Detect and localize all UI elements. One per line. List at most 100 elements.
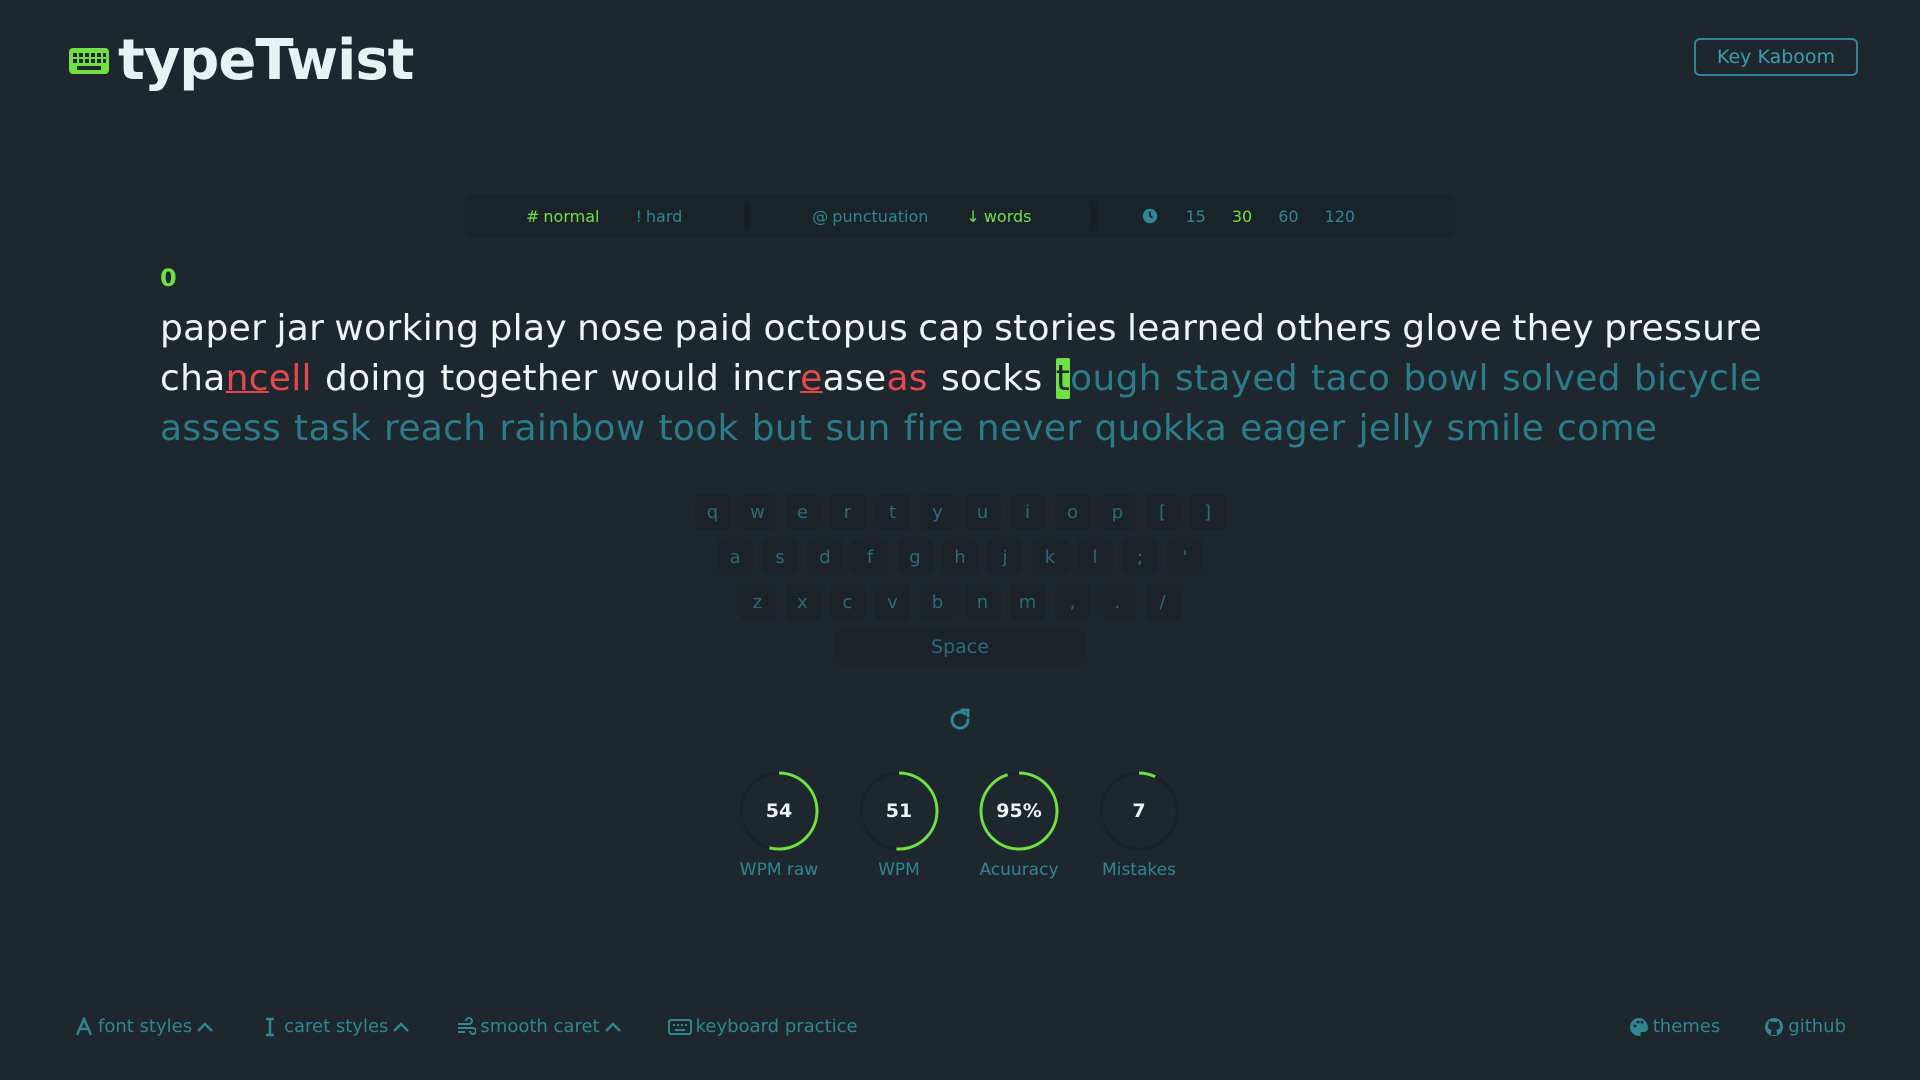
word-typed: they (1512, 308, 1594, 349)
caret-styles-button[interactable]: caret styles (260, 1016, 410, 1037)
wpm-raw-value: 54 (765, 800, 793, 822)
word-typed: would (611, 354, 720, 404)
mistakes-label: Mistakes (1102, 860, 1176, 880)
caret-styles-label: caret styles (284, 1016, 389, 1037)
key-e[interactable]: e (784, 494, 821, 530)
smooth-caret-button[interactable]: smooth caret (456, 1016, 621, 1037)
key-kaboom-button[interactable]: Key Kaboom (1694, 38, 1858, 76)
word-segment: ough (1070, 358, 1162, 399)
key-v[interactable]: v (874, 584, 911, 620)
word-typed: cap (918, 308, 984, 349)
word-segment: as (886, 358, 928, 399)
word-upcoming: never (976, 408, 1082, 449)
word-typed: increaseas (732, 354, 928, 404)
key-y[interactable]: y (919, 494, 956, 530)
word-typed: doing (325, 354, 427, 404)
key-space[interactable]: Space (835, 629, 1085, 665)
key-o[interactable]: o (1054, 494, 1091, 530)
key-r[interactable]: r (829, 494, 866, 530)
text-line-3: assess task reach rainbow took but sun fire neve… (160, 404, 1762, 454)
stat-accuracy: 95% Acuuracy (978, 770, 1060, 880)
chevron-up-icon (197, 1021, 213, 1032)
mode-normal[interactable]: # normal (526, 207, 599, 226)
key-k[interactable]: k (1032, 539, 1068, 575)
key-'[interactable]: ' (1167, 539, 1203, 575)
stat-mistakes: 7 Mistakes (1098, 770, 1180, 880)
virtual-keyboard: q w e r t y u i o p[] a s d f g h j k l; ' z x c v b n m,. / Spac… (0, 494, 1920, 674)
key-x[interactable]: x (784, 584, 821, 620)
key-b[interactable]: b (919, 584, 956, 620)
restart-icon[interactable] (946, 706, 974, 734)
github-label: github (1788, 1016, 1846, 1037)
key-f[interactable]: f (852, 539, 888, 575)
key-i[interactable]: i (1009, 494, 1046, 530)
wind-icon (458, 1016, 477, 1035)
word-typed: pressure (1604, 308, 1762, 349)
key-q[interactable]: q (694, 494, 731, 530)
word-typed: others (1275, 308, 1392, 349)
mode-hard[interactable]: ! hard (635, 207, 682, 226)
themes-button[interactable]: themes (1629, 1016, 1720, 1037)
logo[interactable]: typeTwist (68, 28, 414, 93)
word-upcoming: task (294, 408, 372, 449)
word-counter: 0 (160, 264, 177, 292)
word-upcoming: but (751, 408, 813, 449)
word-typed: socks (941, 354, 1043, 404)
font-icon (75, 1016, 93, 1036)
key-[[interactable]: [ (1144, 494, 1181, 530)
word-upcoming: quokka (1094, 408, 1228, 449)
keyboard-icon (667, 1018, 692, 1035)
key-a[interactable]: a (717, 539, 753, 575)
keyboard-practice-button[interactable]: keyboard practice (667, 1016, 858, 1037)
word-upcoming: eager (1240, 408, 1346, 449)
key-j[interactable]: j (987, 539, 1023, 575)
key-.[interactable]: . (1099, 584, 1136, 620)
option-punctuation[interactable]: @ punctuation (812, 207, 928, 226)
word-upcoming: stayed (1174, 358, 1298, 399)
option-words[interactable]: ↓ words (966, 207, 1031, 226)
stat-wpm: 51 WPM (858, 770, 940, 880)
word-upcoming: sun (825, 408, 891, 449)
key-p[interactable]: p (1099, 494, 1136, 530)
key-,[interactable]: , (1054, 584, 1091, 620)
keyboard-row: a s d f g h j k l; ' (0, 539, 1920, 575)
key-][interactable]: ] (1189, 494, 1226, 530)
key-n[interactable]: n (964, 584, 1001, 620)
time-60[interactable]: 60 (1278, 207, 1298, 226)
key-t[interactable]: t (874, 494, 911, 530)
accuracy-label: Acuuracy (979, 860, 1059, 880)
key-d[interactable]: d (807, 539, 843, 575)
word-typed: play (489, 308, 567, 349)
time-30[interactable]: 30 (1232, 207, 1252, 226)
word-segment: cha (160, 358, 226, 399)
wpm-label: WPM (878, 860, 920, 880)
typing-text[interactable]: paper jar working play nose paid octopus cap sto… (160, 304, 1762, 454)
time-15[interactable]: 15 (1185, 207, 1205, 226)
key-l[interactable]: l (1077, 539, 1113, 575)
key-g[interactable]: g (897, 539, 933, 575)
word-segment: socks (940, 358, 1043, 399)
key-;[interactable]: ; (1122, 539, 1158, 575)
word-upcoming: bicycle (1633, 358, 1762, 399)
word-upcoming: took (658, 408, 739, 449)
keyboard-row: q w e r t y u i o p[] (0, 494, 1920, 530)
word-segment: incr (732, 358, 801, 399)
font-styles-label: font styles (98, 1016, 193, 1037)
accuracy-value: 95% (996, 800, 1042, 822)
github-link[interactable]: github (1764, 1016, 1846, 1037)
word-segment: would (610, 358, 720, 399)
key-s[interactable]: s (762, 539, 798, 575)
key-w[interactable]: w (739, 494, 776, 530)
key-z[interactable]: z (739, 584, 776, 620)
key-/[interactable]: / (1144, 584, 1181, 620)
keyboard-logo-icon (69, 47, 109, 74)
key-c[interactable]: c (829, 584, 866, 620)
key-m[interactable]: m (1009, 584, 1046, 620)
key-h[interactable]: h (942, 539, 978, 575)
font-styles-button[interactable]: font styles (74, 1016, 214, 1037)
time-120[interactable]: 120 (1325, 207, 1356, 226)
clock-icon (1143, 208, 1158, 224)
word-typed: nose (577, 308, 665, 349)
key-u[interactable]: u (964, 494, 1001, 530)
word-typed: octopus (763, 308, 909, 349)
